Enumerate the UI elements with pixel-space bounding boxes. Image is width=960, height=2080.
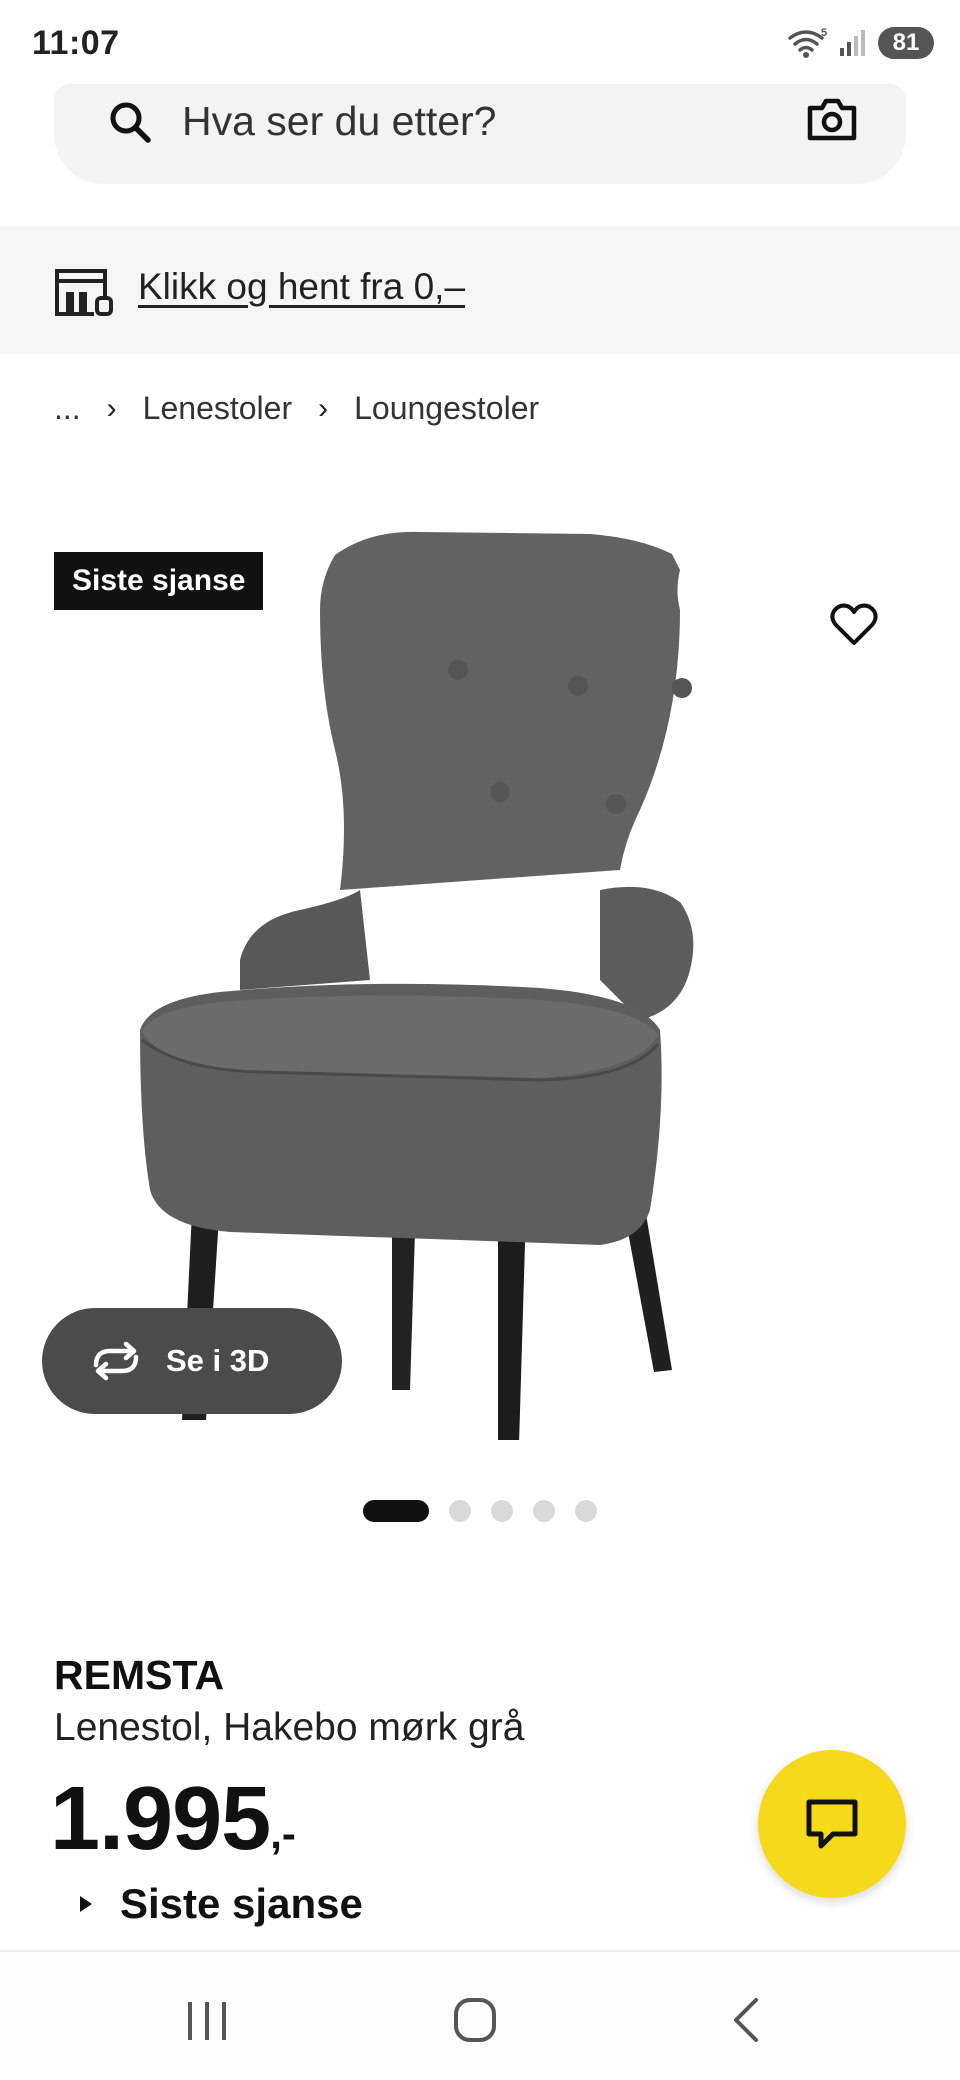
view-3d-button[interactable]: Se i 3D <box>42 1308 342 1414</box>
recent-apps-icon[interactable] <box>184 1998 230 2044</box>
sale-info-label: Siste sjanse <box>120 1880 363 1927</box>
search-input[interactable]: Hva ser du etter? <box>182 98 497 145</box>
view-3d-label: Se i 3D <box>166 1343 270 1378</box>
click-collect-link[interactable]: Klikk og hent fra 0,– <box>138 266 465 308</box>
caret-right-icon <box>80 1896 92 1912</box>
pagination-dot[interactable] <box>449 1500 471 1522</box>
product-name: REMSTA <box>54 1652 225 1698</box>
status-time: 11:07 <box>32 24 120 62</box>
breadcrumb-more[interactable]: ... <box>54 390 81 427</box>
product-description: Lenestol, Hakebo mørk grå <box>54 1706 525 1749</box>
click-collect-banner: Klikk og hent fra 0,– <box>0 226 960 354</box>
camera-icon[interactable] <box>806 94 858 146</box>
sale-info-toggle[interactable]: Siste sjanse <box>78 1880 363 1928</box>
battery-indicator: 81 <box>878 27 934 59</box>
favorite-button[interactable] <box>800 570 908 678</box>
product-price: 1.995 ,- <box>50 1774 296 1864</box>
chevron-right-icon: › <box>106 391 117 425</box>
system-nav-bar <box>0 1950 960 2080</box>
pagination-dot[interactable] <box>533 1500 555 1522</box>
wifi-icon: 5 <box>788 27 827 58</box>
pagination-dot-active[interactable] <box>363 1500 429 1522</box>
breadcrumb: ... › Lenestoler › Loungestoler <box>54 390 539 427</box>
gallery-pagination <box>0 1500 960 1522</box>
search-bar[interactable]: Hva ser du etter? <box>54 84 906 184</box>
home-icon[interactable] <box>452 1996 498 2044</box>
chevron-right-icon: › <box>318 391 329 425</box>
pagination-dot[interactable] <box>575 1500 597 1522</box>
product-gallery[interactable]: Siste sjanse Se i 3D <box>0 470 960 1450</box>
signal-icon <box>840 30 865 56</box>
product-image[interactable] <box>120 510 840 1440</box>
price-suffix: ,- <box>270 1810 296 1857</box>
breadcrumb-lenestoler[interactable]: Lenestoler <box>143 390 292 427</box>
price-value: 1.995 <box>50 1769 271 1869</box>
breadcrumb-loungestoler[interactable]: Loungestoler <box>354 390 539 427</box>
status-icons: 5 81 <box>788 26 934 60</box>
wifi-badge: 5 <box>821 27 827 39</box>
status-bar: 11:07 5 81 <box>0 0 960 88</box>
rotate-3d-icon <box>93 1341 139 1381</box>
pagination-dot[interactable] <box>491 1500 513 1522</box>
back-icon[interactable] <box>728 1996 764 2044</box>
search-icon <box>110 102 151 143</box>
chat-icon <box>806 1799 858 1849</box>
sale-badge: Siste sjanse <box>54 552 264 610</box>
store-icon <box>55 269 113 316</box>
chat-button[interactable] <box>758 1750 906 1898</box>
heart-icon <box>830 603 878 645</box>
